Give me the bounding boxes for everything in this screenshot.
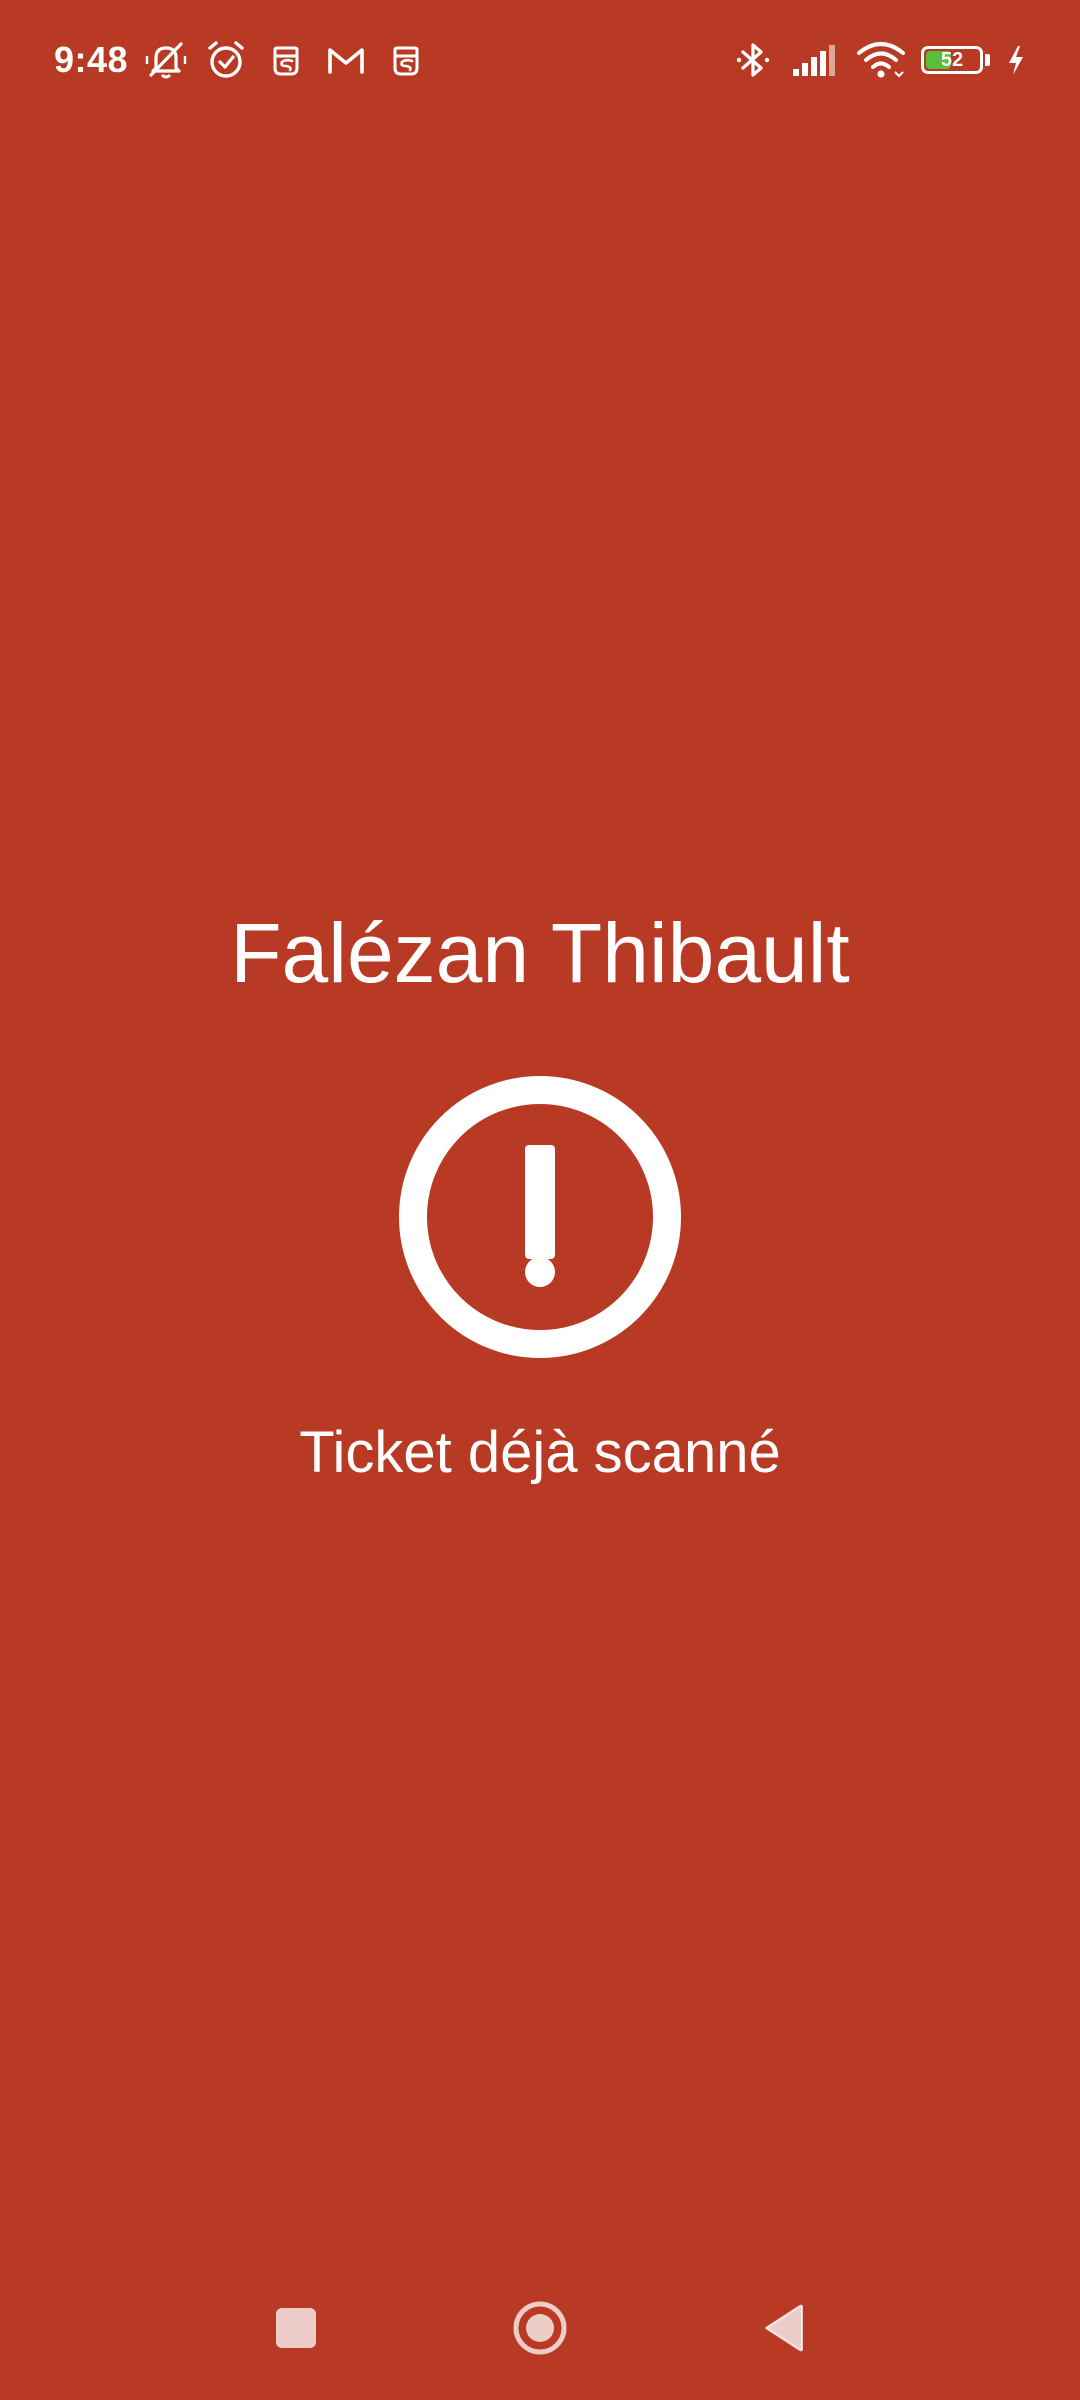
back-triangle-icon: [765, 2304, 803, 2352]
navigation-bar: [0, 2260, 1080, 2400]
recents-button[interactable]: [256, 2288, 336, 2368]
attendee-name: Falézan Thibault: [230, 906, 850, 1000]
home-circle-icon: [513, 2301, 567, 2355]
exclamation-circle-icon: [398, 1075, 682, 1359]
recents-square-icon: [276, 2308, 316, 2348]
back-button[interactable]: [744, 2288, 824, 2368]
scan-result: Falézan Thibault Ticket déjà scanné: [0, 0, 1080, 2400]
home-button[interactable]: [500, 2288, 580, 2368]
scan-status-message: Ticket déjà scanné: [299, 1420, 781, 1485]
screen: 9:48 52 Falézan Thibault Ticket déjà sca…: [0, 0, 1080, 2400]
